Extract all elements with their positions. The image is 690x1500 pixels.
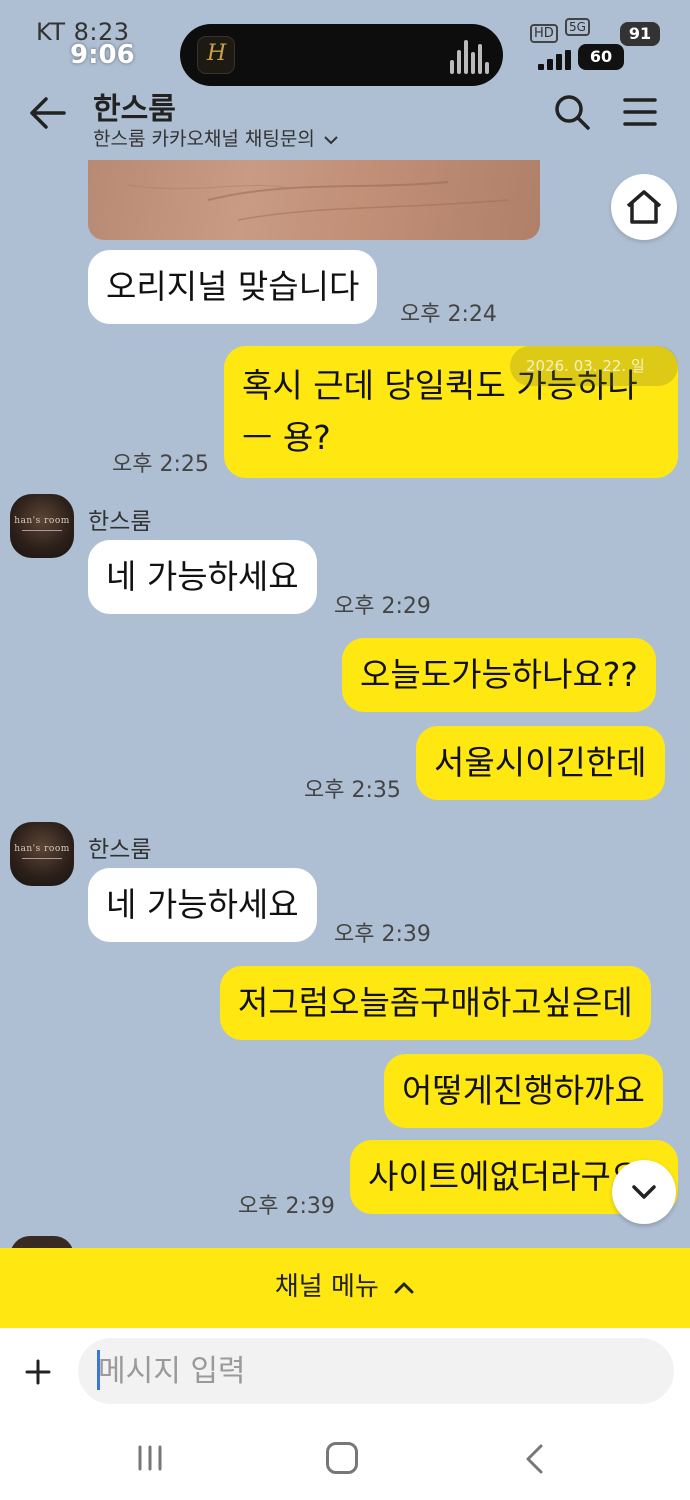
room-subtitle-dropdown[interactable]: 한스룸 카카오채널 채팅문의	[93, 124, 339, 151]
message-time: 오후 2:35	[304, 778, 401, 803]
message-bubble-outgoing[interactable]: 오늘도가능하나요??	[342, 638, 656, 712]
date-overlay: 2026. 03. 22. 일	[510, 346, 678, 386]
home-icon	[626, 190, 662, 224]
message-bubble-incoming[interactable]: 오리지널 맞습니다	[88, 250, 378, 324]
back-arrow-icon[interactable]	[28, 96, 68, 130]
message-bubble-outgoing[interactable]: 저그럼오늘좀구매하고싶은데	[220, 966, 651, 1040]
text-caret	[97, 1350, 100, 1390]
home-button[interactable]	[611, 174, 677, 240]
message-bubble-outgoing[interactable]: 어떻게진행하까요	[384, 1054, 663, 1128]
room-subtitle: 한스룸 카카오채널 채팅문의	[93, 128, 315, 150]
chevron-down-icon	[324, 135, 338, 144]
network-badge: 5G	[565, 18, 590, 36]
hd-badge: HD	[530, 24, 558, 43]
battery-level: 60	[578, 44, 624, 70]
message-bubble-incoming[interactable]: 네 가능하세요	[88, 540, 317, 614]
channel-menu-label: 채널 메뉴	[274, 1272, 379, 1302]
plus-icon[interactable]	[22, 1356, 54, 1388]
avatar[interactable]: han's room	[10, 494, 74, 558]
clock: 9:06	[70, 40, 135, 70]
channel-menu-button[interactable]: 채널 메뉴	[0, 1266, 690, 1303]
avatar[interactable]: han's room	[10, 822, 74, 886]
message-time: 오후 2:29	[334, 594, 431, 619]
message-text: ㅡ 용?	[242, 418, 331, 457]
sender-name: 한스룸	[88, 509, 152, 535]
sender-name: 한스룸	[88, 837, 152, 863]
message-bubble-outgoing[interactable]: 서울시이긴한데	[416, 726, 665, 800]
app-icon: H	[197, 36, 235, 74]
page-title: 한스룸	[93, 92, 176, 127]
audio-wave-icon	[450, 38, 490, 74]
nav-home-icon[interactable]	[326, 1442, 358, 1474]
search-icon[interactable]	[552, 92, 592, 132]
message-input[interactable]	[78, 1338, 674, 1404]
message-time: 오후 2:39	[238, 1194, 335, 1219]
nav-back-icon[interactable]	[524, 1444, 544, 1474]
scroll-to-bottom-button[interactable]	[612, 1160, 676, 1224]
image-message[interactable]	[88, 160, 540, 240]
recent-apps-icon[interactable]	[136, 1444, 164, 1472]
chevron-down-icon	[632, 1185, 656, 1199]
message-time: 오후 2:25	[112, 452, 209, 477]
chevron-up-icon	[394, 1282, 414, 1293]
message-time: 오후 2:39	[334, 922, 431, 947]
battery-indicator: 91	[620, 22, 660, 46]
message-time: 오후 2:24	[400, 302, 497, 327]
hamburger-menu-icon[interactable]	[622, 96, 658, 128]
message-bubble-incoming[interactable]: 네 가능하세요	[88, 868, 317, 942]
signal-icon	[538, 50, 572, 70]
